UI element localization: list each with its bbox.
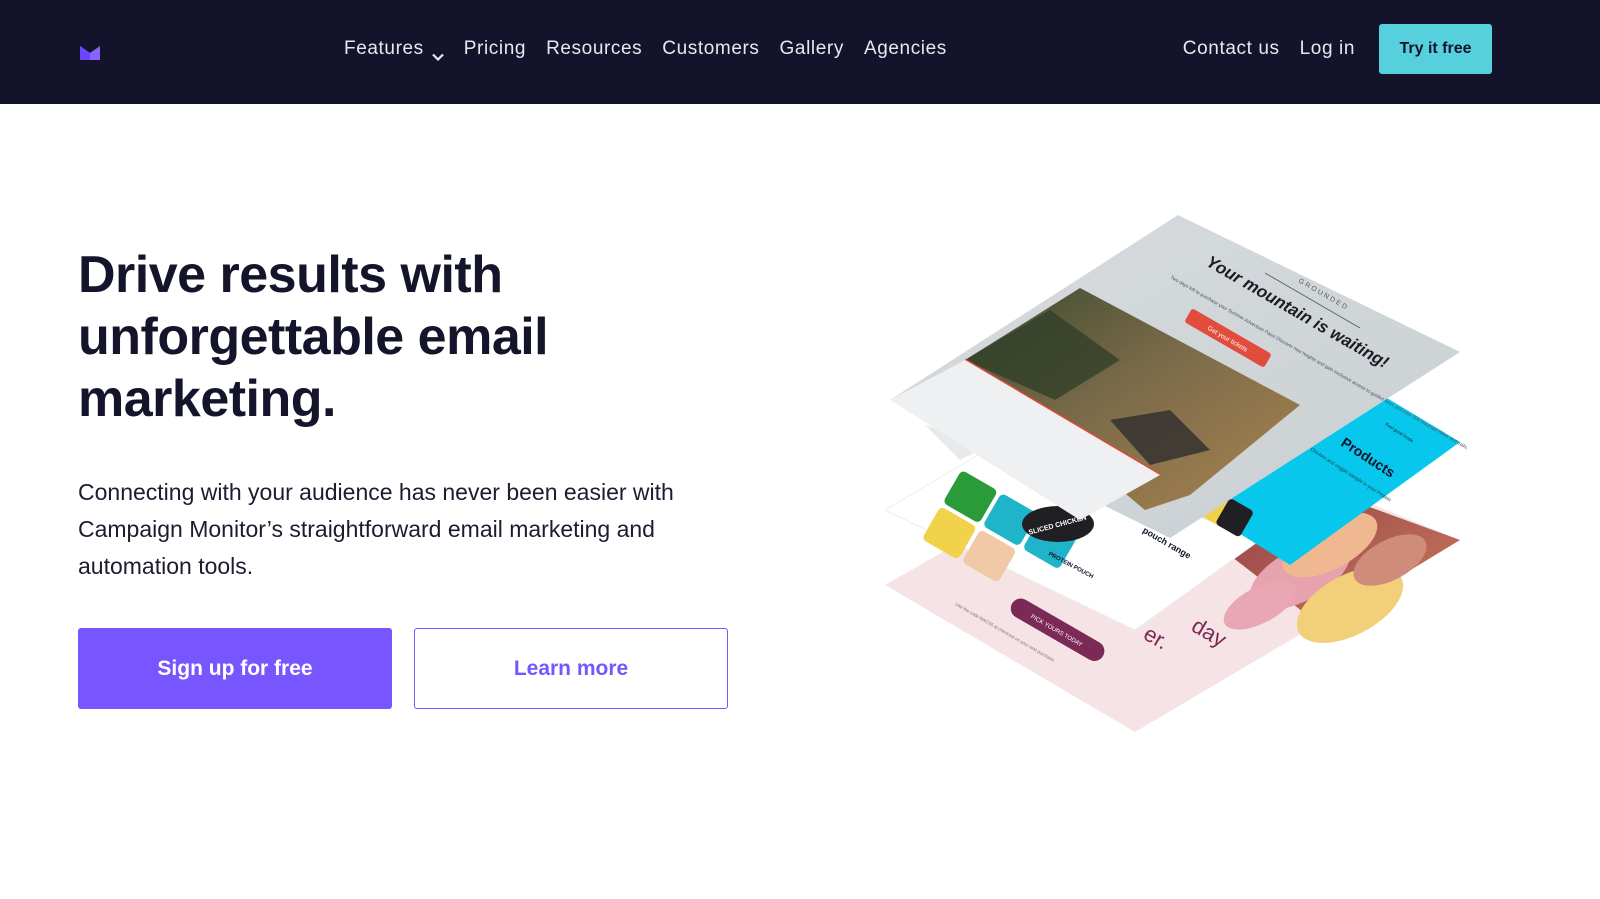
nav-features[interactable]: Features [344,38,444,62]
nav-customers[interactable]: Customers [662,38,759,60]
try-it-free-button[interactable]: Try it free [1379,24,1492,74]
learn-more-button[interactable]: Learn more [414,628,728,709]
chevron-down-icon [432,45,444,62]
nav-gallery[interactable]: Gallery [780,38,844,60]
nav-features-label: Features [344,38,424,59]
nav-right-actions: Contact us Log in Try it free [1183,24,1492,74]
primary-nav-links: Features Pricing Resources Customers Gal… [344,36,967,62]
nav-agencies[interactable]: Agencies [864,38,947,60]
contact-us-link[interactable]: Contact us [1183,38,1280,60]
sign-up-for-free-button[interactable]: Sign up for free [78,628,392,709]
hero-subtitle: Connecting with your audience has never … [78,479,674,579]
nav-pricing[interactable]: Pricing [464,38,526,60]
email-templates-illustration: day er. PICK YOURS TODAY Use the code MA… [880,210,1500,760]
log-in-link[interactable]: Log in [1300,38,1355,60]
nav-resources[interactable]: Resources [546,38,642,60]
hero-title: Drive results with unforgettable email m… [78,246,549,428]
campaign-monitor-logo-icon[interactable] [80,44,100,60]
top-navigation-bar: Features Pricing Resources Customers Gal… [0,0,1600,104]
